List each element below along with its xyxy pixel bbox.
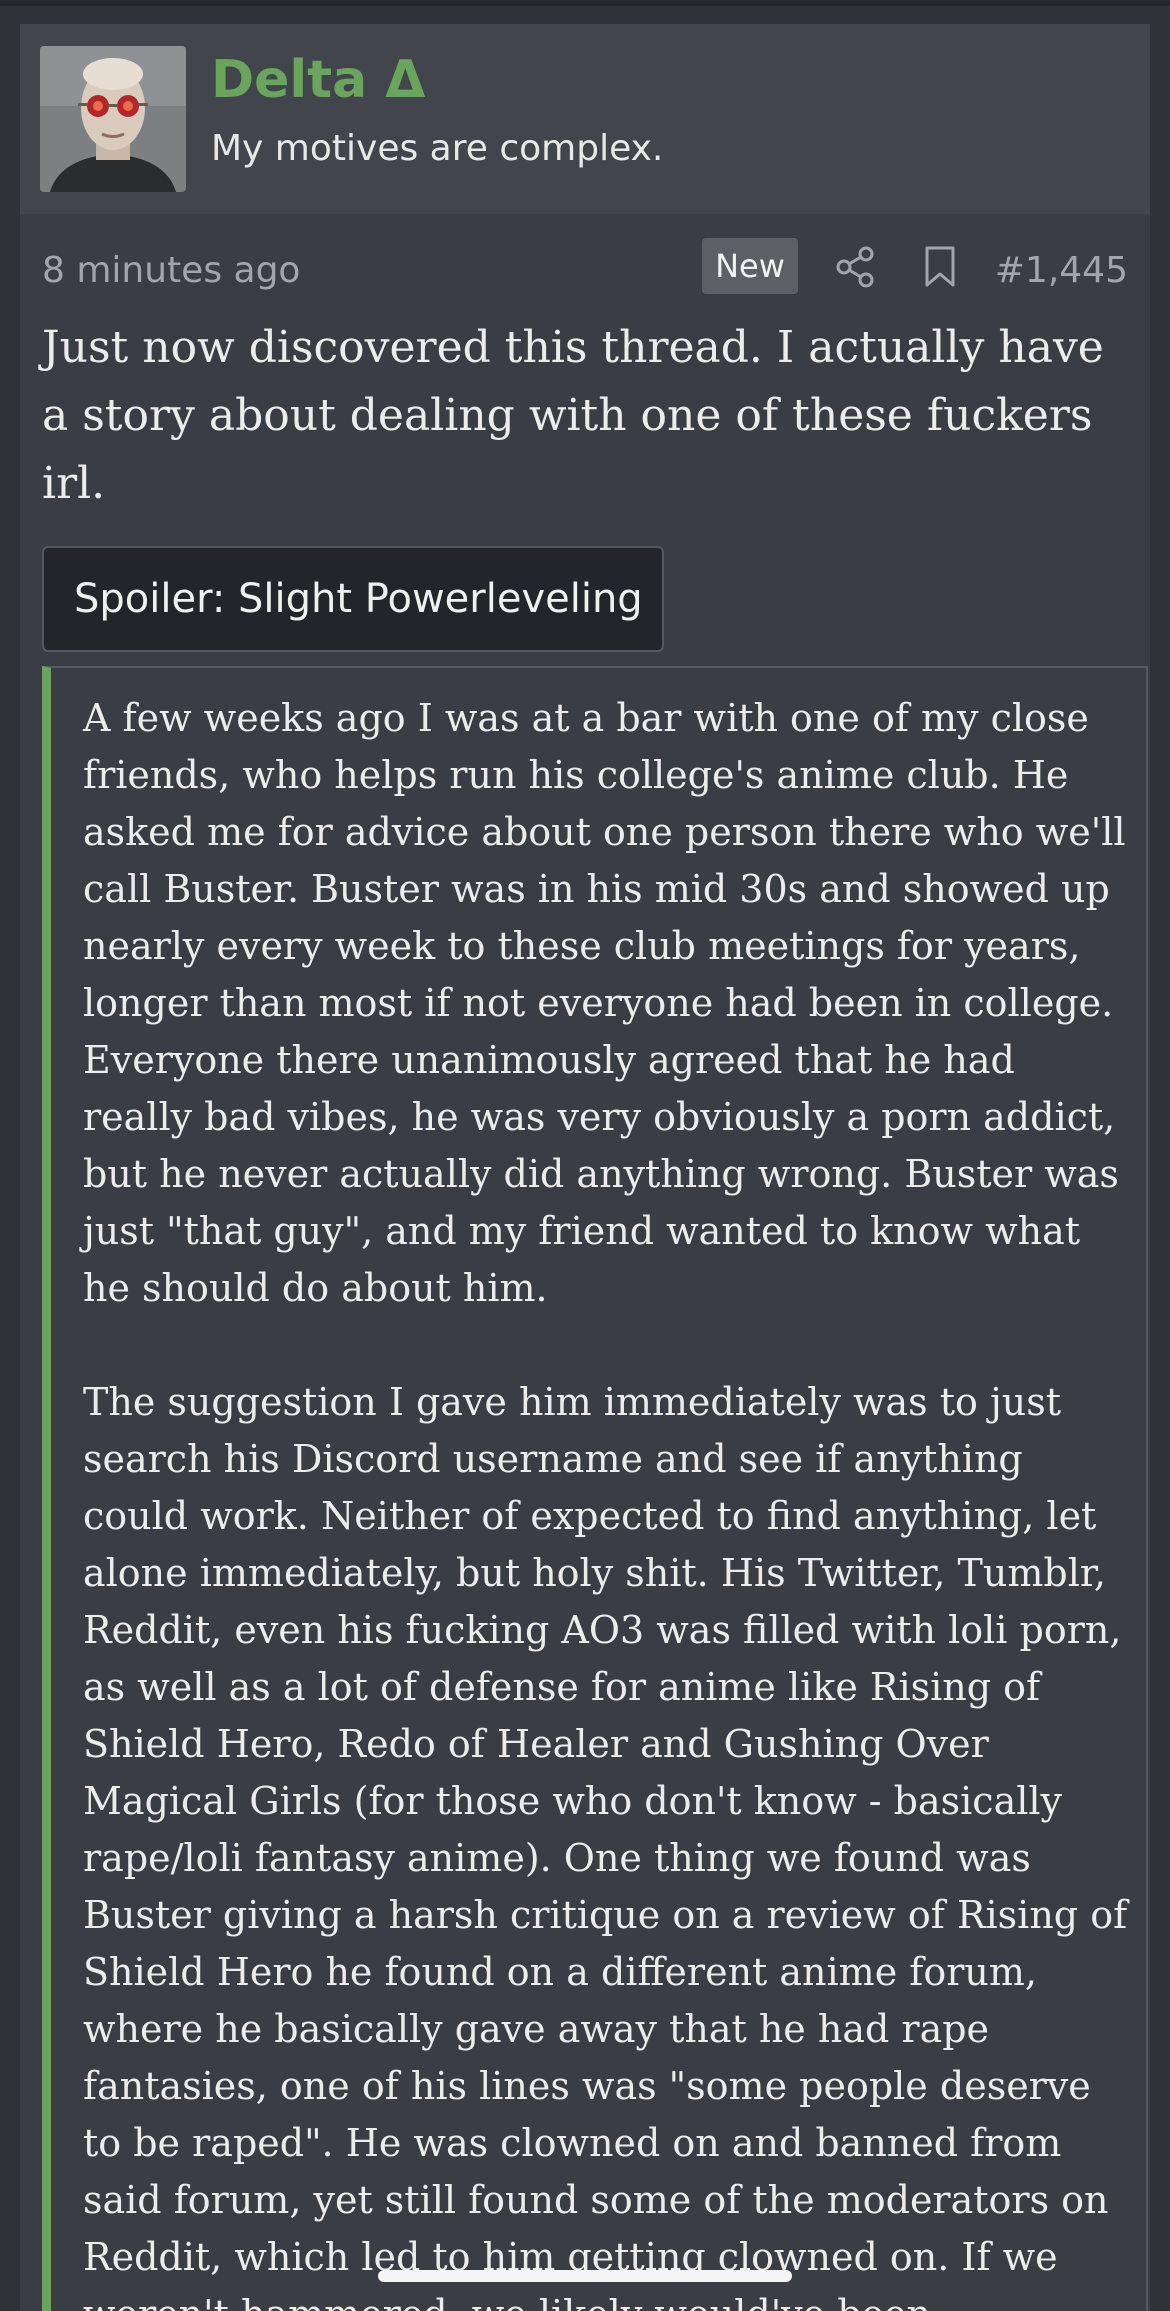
spoiler-paragraph: A few weeks ago I was at a bar with one … [83,696,1126,1310]
bookmark-icon[interactable] [920,244,960,290]
spoiler-toggle-button[interactable]: Spoiler: Slight Powerleveling [42,546,664,652]
avatar-image [40,46,186,192]
spoiler-paragraph: The suggestion I gave him immediately wa… [83,1380,1128,2311]
share-icon[interactable] [835,246,877,288]
user-title: My motives are complex. [211,128,664,169]
new-badge: New [702,238,798,294]
top-divider [0,0,1170,6]
post-meta: 8 minutes ago New #1,445 [20,236,1150,306]
user-avatar[interactable] [40,46,186,192]
spoiler-content: A few weeks ago I was at a bar with one … [42,666,1148,2311]
home-indicator[interactable] [378,2270,792,2282]
post-header: Delta Δ My motives are complex. [20,24,1150,214]
spoiler-text: A few weeks ago I was at a bar with one … [83,690,1133,2311]
username[interactable]: Delta Δ [211,51,426,109]
screen: Delta Δ My motives are complex. 8 minute… [0,0,1170,2311]
forum-post: Delta Δ My motives are complex. 8 minute… [20,24,1150,2311]
post-body-text: Just now discovered this thread. I actua… [42,322,1104,509]
post-timestamp[interactable]: 8 minutes ago [42,250,300,291]
post-number-link[interactable]: #1,445 [995,250,1128,291]
